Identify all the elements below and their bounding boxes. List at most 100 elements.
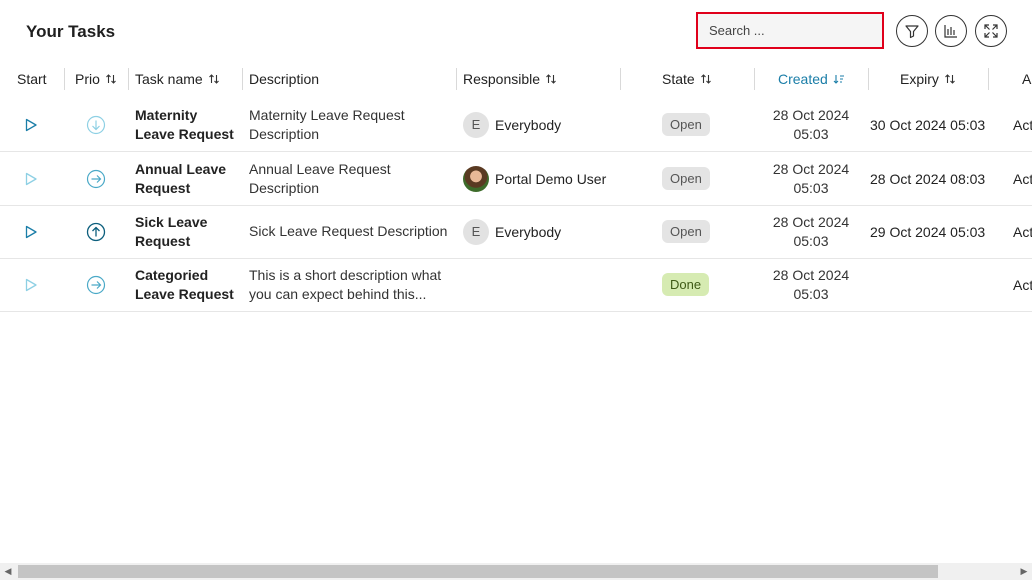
sort-icon[interactable]: [545, 73, 557, 85]
start-task-button[interactable]: [24, 258, 38, 311]
play-icon: [25, 278, 37, 291]
priority-low-icon: [86, 98, 106, 151]
table-row[interactable]: Maternity Leave Request Maternity Leave R…: [0, 98, 1032, 152]
sort-icon[interactable]: [208, 73, 220, 85]
column-divider[interactable]: [988, 68, 989, 90]
search-input[interactable]: [707, 22, 882, 39]
actions-cell[interactable]: Act: [1013, 205, 1032, 258]
expiry-date: 30 Oct 2024 05:03: [870, 116, 986, 133]
sort-icon[interactable]: [944, 73, 956, 85]
expiry-cell: 29 Oct 2024 05:03: [870, 205, 985, 258]
actions-label: Act: [1013, 276, 1032, 293]
priority-normal-icon: [86, 152, 106, 205]
column-responsible[interactable]: Responsible: [463, 62, 557, 96]
start-task-button[interactable]: [24, 98, 38, 151]
column-divider[interactable]: [64, 68, 65, 90]
task-name-cell[interactable]: Annual Leave Request: [135, 152, 226, 205]
column-divider[interactable]: [620, 68, 621, 90]
responsible-cell: E Everybody: [463, 205, 561, 258]
expiry-cell: 28 Oct 2024 08:03: [870, 152, 985, 205]
column-task-name[interactable]: Task name: [135, 62, 220, 96]
column-prio[interactable]: Prio: [75, 62, 117, 96]
description-cell: Sick Leave Request Description: [249, 205, 447, 258]
priority-high-icon: [86, 205, 106, 258]
sort-descending-icon[interactable]: [833, 73, 845, 85]
task-name: Request: [135, 232, 191, 249]
created-cell: 28 Oct 2024 05:03: [755, 98, 867, 151]
actions-cell[interactable]: Act: [1013, 152, 1032, 205]
created-date: 28 Oct 2024: [772, 213, 850, 230]
column-start-label: Start: [17, 71, 47, 87]
column-state[interactable]: State: [662, 62, 712, 96]
description-cell: Maternity Leave Request Description: [249, 98, 405, 151]
sort-icon[interactable]: [105, 73, 117, 85]
task-name-cell[interactable]: Categoried Leave Request: [135, 258, 234, 311]
avatar: [463, 165, 489, 192]
scroll-right-icon[interactable]: ▶: [1016, 563, 1032, 580]
sort-icon[interactable]: [700, 73, 712, 85]
filter-button[interactable]: [896, 15, 928, 47]
filter-icon: [905, 25, 919, 39]
column-expiry[interactable]: Expiry: [900, 62, 956, 96]
table-row[interactable]: Sick Leave Request Sick Leave Request Des…: [0, 205, 1032, 259]
created-date: 28 Oct 2024: [772, 106, 850, 123]
status-badge: Open: [662, 113, 710, 136]
avatar: E: [463, 111, 489, 138]
table-row[interactable]: Categoried Leave Request This is a short …: [0, 258, 1032, 312]
expiry-cell: 30 Oct 2024 05:03: [870, 98, 985, 151]
play-icon: [25, 172, 37, 185]
created-date: 28 Oct 2024: [772, 266, 850, 283]
columns-button[interactable]: [935, 15, 967, 47]
column-start: Start: [17, 62, 47, 96]
task-name: Annual Leave: [135, 160, 227, 177]
actions-cell[interactable]: Act: [1013, 258, 1032, 311]
responsible-name: Everybody: [495, 116, 562, 133]
created-date: 28 Oct 2024: [772, 160, 850, 177]
search-box[interactable]: [696, 12, 884, 49]
created-time: 05:03: [793, 179, 829, 196]
task-description: Description: [249, 125, 320, 142]
task-description: Maternity Leave Request: [249, 106, 405, 123]
state-cell: Done: [662, 258, 710, 311]
actions-cell[interactable]: Act: [1013, 98, 1032, 151]
table-header: Start Prio Task name Description Respons…: [0, 62, 1032, 96]
column-divider[interactable]: [456, 68, 457, 90]
responsible-name: Everybody: [495, 223, 562, 240]
column-divider[interactable]: [868, 68, 869, 90]
task-description: you can expect behind this...: [249, 285, 427, 302]
state-cell: Open: [662, 205, 710, 258]
scrollbar-thumb[interactable]: [18, 565, 938, 578]
column-responsible-label: Responsible: [463, 71, 541, 87]
column-divider[interactable]: [242, 68, 243, 90]
expiry-date: 28 Oct 2024 08:03: [870, 170, 986, 187]
task-name-cell[interactable]: Maternity Leave Request: [135, 98, 234, 151]
start-task-button[interactable]: [24, 205, 38, 258]
created-cell: 28 Oct 2024 05:03: [755, 258, 867, 311]
columns-icon: [944, 25, 957, 38]
column-divider[interactable]: [754, 68, 755, 90]
task-description: Annual Leave Request: [249, 160, 391, 177]
state-cell: Open: [662, 152, 710, 205]
column-created-label: Created: [778, 71, 828, 87]
column-divider[interactable]: [128, 68, 129, 90]
table-row[interactable]: Annual Leave Request Annual Leave Request…: [0, 152, 1032, 206]
responsible-name: Portal Demo User: [495, 170, 607, 187]
task-description: This is a short description what: [249, 266, 442, 283]
created-time: 05:03: [793, 232, 829, 249]
column-actions: A: [1022, 62, 1031, 96]
task-name: Leave Request: [135, 125, 234, 142]
avatar: E: [463, 218, 489, 245]
task-description: Sick Leave Request Description: [249, 223, 448, 239]
horizontal-scrollbar[interactable]: ◀ ▶: [0, 563, 1032, 580]
priority-normal-icon: [86, 258, 106, 311]
scroll-left-icon[interactable]: ◀: [0, 563, 16, 580]
column-description-label: Description: [249, 71, 320, 87]
description-cell: Annual Leave Request Description: [249, 152, 391, 205]
task-name-cell[interactable]: Sick Leave Request: [135, 205, 207, 258]
column-created[interactable]: Created: [778, 62, 845, 96]
expand-button[interactable]: [975, 15, 1007, 47]
task-name: Request: [135, 179, 191, 196]
start-task-button[interactable]: [24, 152, 38, 205]
column-description: Description: [249, 62, 319, 96]
created-time: 05:03: [793, 125, 829, 142]
